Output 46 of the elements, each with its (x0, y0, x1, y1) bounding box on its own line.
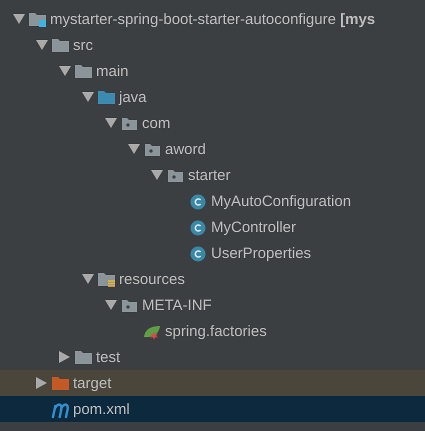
tree-row[interactable]: MyController (0, 214, 425, 240)
tree-row[interactable]: UserProperties (0, 240, 425, 266)
expand-arrow-icon[interactable] (80, 91, 94, 103)
item-label: META-INF (142, 296, 212, 314)
item-label: test (96, 348, 120, 366)
tree-row[interactable]: starter (0, 162, 425, 188)
tree-row[interactable]: test (0, 344, 425, 370)
class-icon (189, 192, 208, 210)
item-label: aword (165, 140, 206, 158)
tree-row[interactable]: spring.factories (0, 318, 425, 344)
item-label: target (73, 374, 112, 392)
tree-row[interactable]: META-INF (0, 292, 425, 318)
class-icon (189, 218, 208, 236)
tree-row[interactable]: java (0, 84, 425, 110)
tree-row[interactable]: main (0, 58, 425, 84)
item-label: UserProperties (211, 244, 312, 262)
expand-arrow-icon[interactable] (58, 65, 70, 77)
item-label: spring.factories (165, 322, 267, 340)
item-label: MyController (211, 218, 296, 236)
class-icon (189, 244, 208, 262)
tree-row[interactable]: target (0, 370, 425, 396)
item-label: MyAutoConfiguration (211, 192, 352, 210)
item-label: java (119, 88, 147, 106)
expand-arrow-icon[interactable] (126, 143, 140, 155)
tree-row[interactable]: com (0, 110, 425, 136)
tree-row[interactable]: mystarter-spring-boot-starter-autoconfigure [mys (0, 6, 425, 32)
item-label: src (73, 36, 93, 54)
tree-row[interactable]: aword (0, 136, 425, 162)
tree-row[interactable]: MyAutoConfiguration (0, 188, 425, 214)
collapse-arrow-icon[interactable] (34, 377, 48, 389)
expand-arrow-icon[interactable] (150, 169, 162, 181)
expand-arrow-icon[interactable] (34, 39, 48, 51)
item-label: main (96, 62, 129, 80)
expand-arrow-icon[interactable] (104, 117, 116, 129)
expand-arrow-icon[interactable] (80, 273, 94, 285)
collapse-arrow-icon[interactable] (58, 351, 70, 363)
item-label: pom.xml (73, 400, 130, 418)
tree-row[interactable]: pom.xml (0, 396, 425, 422)
expand-arrow-icon[interactable] (104, 299, 116, 311)
item-label: mystarter-spring-boot-starter-autoconfigure [mys (50, 10, 376, 28)
item-label: com (142, 114, 170, 132)
item-label: resources (119, 270, 185, 288)
tree-row[interactable]: resources (0, 266, 425, 292)
item-label: starter (188, 166, 231, 184)
expand-arrow-icon[interactable] (12, 13, 24, 25)
tree-row[interactable]: src (0, 32, 425, 58)
